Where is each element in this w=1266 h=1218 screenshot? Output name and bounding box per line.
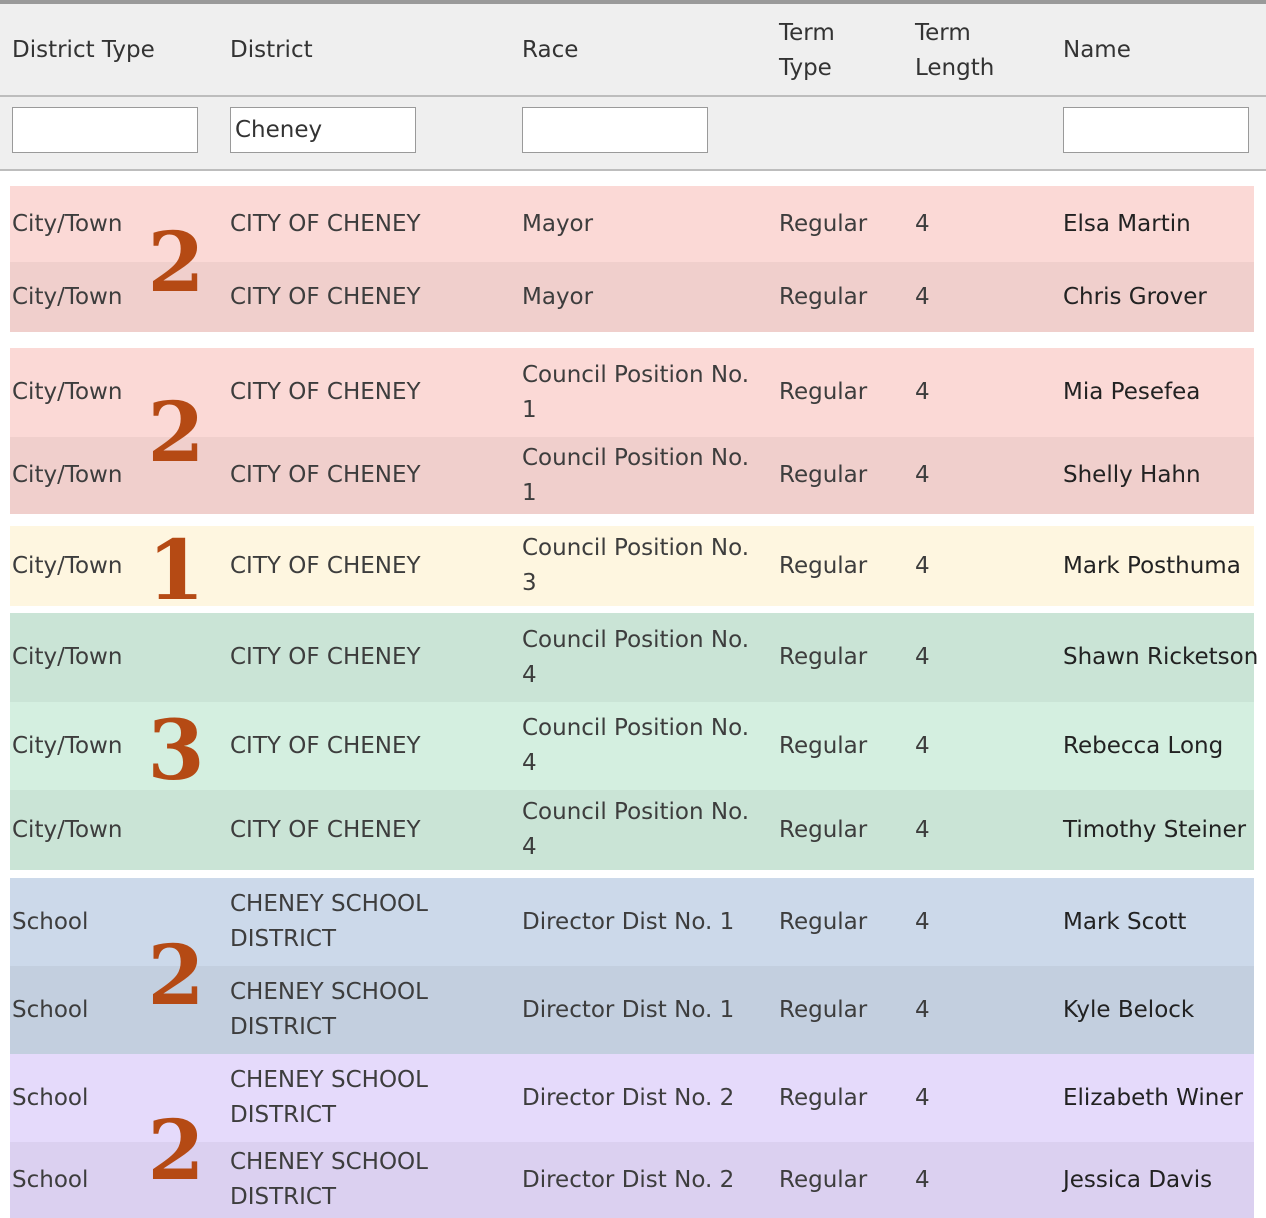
cell-term-type: Regular — [779, 996, 868, 1023]
cell-name: Elizabeth Winer — [1063, 1084, 1243, 1111]
column-header-district[interactable]: District — [230, 4, 500, 97]
cell-race: Council Position No. 4 — [522, 799, 750, 860]
cell-race: Director Dist No. 1 — [522, 908, 735, 935]
cell-name: Mia Pesefea — [1063, 379, 1201, 405]
cell-race: Council Position No. 3 — [522, 535, 750, 596]
cell-term-type: Regular — [779, 379, 868, 405]
cell-race: Council Position No. 4 — [522, 715, 750, 776]
cell-term-length: 4 — [915, 644, 930, 670]
cell-district-type: City/Town — [12, 816, 123, 843]
cell-term-type: Regular — [779, 644, 868, 670]
table-header: District Type District Race Term Type Te… — [0, 4, 1266, 97]
cell-name: Kyle Belock — [1063, 996, 1195, 1023]
cell-term-length: 4 — [915, 210, 930, 237]
cell-term-type: Regular — [779, 283, 868, 310]
cell-term-type: Regular — [779, 1084, 868, 1111]
cell-race: Council Position No. 4 — [522, 626, 750, 688]
cell-name: Shelly Hahn — [1063, 462, 1201, 488]
cell-term-length: 4 — [915, 379, 930, 405]
cell-name: Elsa Martin — [1063, 210, 1191, 237]
column-header-district-type[interactable]: District Type — [12, 4, 212, 97]
district-type-filter-input[interactable] — [12, 107, 198, 153]
cell-district: CITY OF CHENEY — [230, 732, 421, 759]
cell-district: CITY OF CHENEY — [230, 379, 421, 405]
column-header-term-length[interactable]: Term Length — [915, 4, 1025, 97]
cell-term-length: 4 — [915, 462, 930, 488]
column-header-name[interactable]: Name — [1063, 4, 1263, 97]
cell-race: Mayor — [522, 210, 594, 237]
district-filter-input[interactable] — [230, 107, 416, 153]
cell-term-length: 4 — [915, 996, 930, 1023]
cell-term-type: Regular — [779, 732, 868, 759]
cell-term-type: Regular — [779, 462, 868, 488]
group-count-badge: 1 — [147, 523, 205, 619]
cell-name: Mark Scott — [1063, 908, 1187, 935]
cell-race: Director Dist No. 1 — [522, 996, 735, 1023]
cell-district: CITY OF CHENEY — [230, 552, 421, 579]
cell-name: Rebecca Long — [1063, 732, 1224, 759]
column-header-term-type[interactable]: Term Type — [779, 4, 859, 97]
cell-term-length: 4 — [915, 816, 930, 843]
cell-district: CITY OF CHENEY — [230, 644, 421, 670]
cell-district: CHENEY SCHOOL DISTRICT — [230, 979, 428, 1040]
cell-district: CITY OF CHENEY — [230, 210, 421, 237]
cell-name: Timothy Steiner — [1063, 816, 1247, 843]
cell-term-length: 4 — [915, 552, 930, 579]
cell-district-type: City/Town — [12, 644, 123, 670]
cell-district: CHENEY SCHOOL DISTRICT — [230, 1067, 428, 1128]
cell-term-type: Regular — [779, 210, 868, 237]
group-count-badge: 2 — [147, 1103, 205, 1199]
table-row[interactable]: City/Town CITY OF CHENEY Council Position … — [0, 613, 1266, 702]
filter-row — [0, 97, 1266, 171]
cell-term-length: 4 — [915, 1084, 930, 1111]
cell-term-type: Regular — [779, 1166, 868, 1193]
cell-race: Council Position No. 1 — [522, 444, 750, 506]
cell-term-type: Regular — [779, 552, 868, 579]
group-count-badge: 2 — [147, 385, 205, 481]
cell-race: Council Position No. 1 — [522, 361, 750, 423]
cell-term-type: Regular — [779, 816, 868, 843]
group-count-badge: 2 — [147, 928, 205, 1024]
cell-district: CHENEY SCHOOL DISTRICT — [230, 891, 428, 952]
cell-race: Mayor — [522, 283, 594, 310]
cell-district: CITY OF CHENEY — [230, 816, 421, 843]
cell-race: Director Dist No. 2 — [522, 1166, 735, 1193]
cell-name: Jessica Davis — [1063, 1166, 1213, 1193]
race-filter-input[interactable] — [522, 107, 708, 153]
name-filter-input[interactable] — [1063, 107, 1249, 153]
group-count-badge: 2 — [147, 215, 205, 311]
cell-name: Chris Grover — [1063, 283, 1207, 310]
cell-name: Mark Posthuma — [1063, 552, 1241, 579]
column-header-race[interactable]: Race — [522, 4, 762, 97]
cell-term-length: 4 — [915, 283, 930, 310]
cell-district: CITY OF CHENEY — [230, 283, 421, 310]
group-count-badge: 3 — [147, 703, 205, 799]
cell-term-length: 4 — [915, 908, 930, 935]
cell-name: Shawn Ricketson — [1063, 644, 1259, 670]
cell-district: CITY OF CHENEY — [230, 462, 421, 488]
cell-race: Director Dist No. 2 — [522, 1084, 735, 1111]
cell-term-length: 4 — [915, 732, 930, 759]
cell-term-type: Regular — [779, 908, 868, 935]
cell-district: CHENEY SCHOOL DISTRICT — [230, 1149, 428, 1210]
table-row[interactable]: City/Town CITY OF CHENEY Council Position … — [0, 790, 1266, 870]
cell-term-length: 4 — [915, 1166, 930, 1193]
